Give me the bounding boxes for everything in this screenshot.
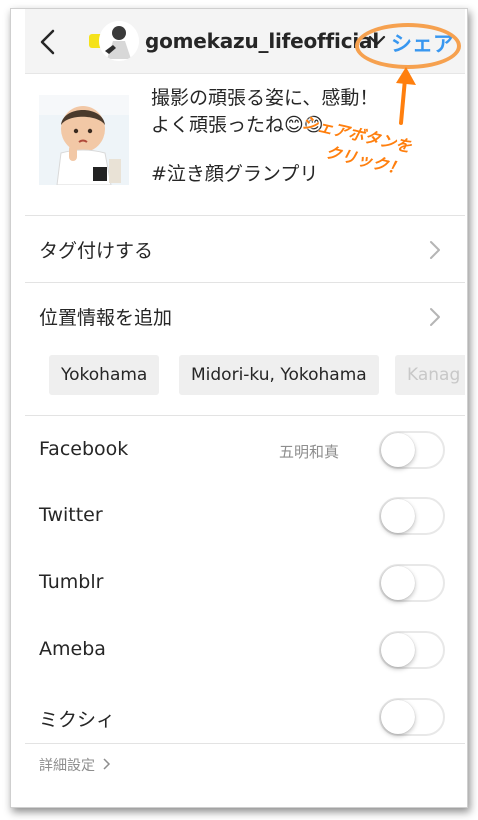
share-button[interactable]: シェア [391, 28, 454, 58]
linked-account-name: 五明和真 [279, 443, 340, 461]
share-target-label: ミクシィ [39, 709, 116, 731]
caption-line: 撮影の頑張る姿に、感動！ [151, 87, 379, 109]
share-row-facebook: Facebook 五明和真 [25, 417, 465, 483]
arrow-up-icon [389, 65, 417, 125]
add-location-label: 位置情報を追加 [39, 307, 173, 329]
toggle-knob [381, 633, 415, 667]
back-button[interactable] [37, 27, 61, 57]
toggle-knob [381, 499, 415, 533]
location-chip[interactable]: Yokohama [49, 355, 160, 395]
account-switch-button[interactable] [367, 33, 387, 49]
location-chip[interactable]: Kanag [395, 355, 465, 395]
facebook-toggle[interactable] [379, 431, 445, 469]
share-target-label: Facebook [39, 438, 129, 460]
avatar[interactable] [99, 21, 139, 61]
advanced-settings-link[interactable]: 詳細設定 [39, 755, 111, 775]
share-row-mixi: ミクシィ [25, 684, 465, 750]
tumblr-toggle[interactable] [379, 564, 445, 602]
ameba-toggle[interactable] [379, 631, 445, 669]
account-username[interactable]: gomekazu_lifeofficial [145, 29, 379, 53]
add-location-row[interactable]: 位置情報を追加 [25, 283, 465, 349]
chevron-right-icon [429, 307, 441, 327]
location-chip[interactable]: Midori-ku, Yokohama [179, 355, 379, 395]
share-row-tumblr: Tumblr [25, 550, 465, 616]
share-target-label: Twitter [39, 504, 103, 526]
chevron-right-icon [103, 758, 111, 774]
divider [25, 415, 465, 416]
share-row-twitter: Twitter [25, 483, 465, 549]
post-thumbnail [39, 95, 129, 185]
child-photo [39, 95, 129, 185]
chevron-down-icon [368, 35, 386, 46]
chevron-left-icon [40, 29, 55, 55]
share-target-label: Ameba [39, 638, 106, 660]
divider [25, 743, 465, 744]
screen-content: gomekazu_lifeofficial シェア 撮影の頑張る姿に、感動！ よ… [25, 9, 465, 807]
toggle-knob [381, 433, 415, 467]
chevron-right-icon [429, 240, 441, 260]
share-target-label: Tumblr [39, 571, 104, 593]
advanced-settings-label: 詳細設定 [39, 758, 95, 774]
avatar-image [99, 21, 139, 61]
mixi-toggle[interactable] [379, 698, 445, 736]
share-screen: gomekazu_lifeofficial シェア 撮影の頑張る姿に、感動！ よ… [10, 8, 468, 808]
tag-people-label: タグ付けする [39, 240, 154, 262]
share-row-ameba: Ameba [25, 617, 465, 683]
location-suggestions: Yokohama Midori-ku, Yokohama Kanag [39, 355, 465, 397]
twitter-toggle[interactable] [379, 497, 445, 535]
toggle-knob [381, 566, 415, 600]
toggle-knob [381, 700, 415, 734]
tag-people-row[interactable]: タグ付けする [25, 216, 465, 282]
